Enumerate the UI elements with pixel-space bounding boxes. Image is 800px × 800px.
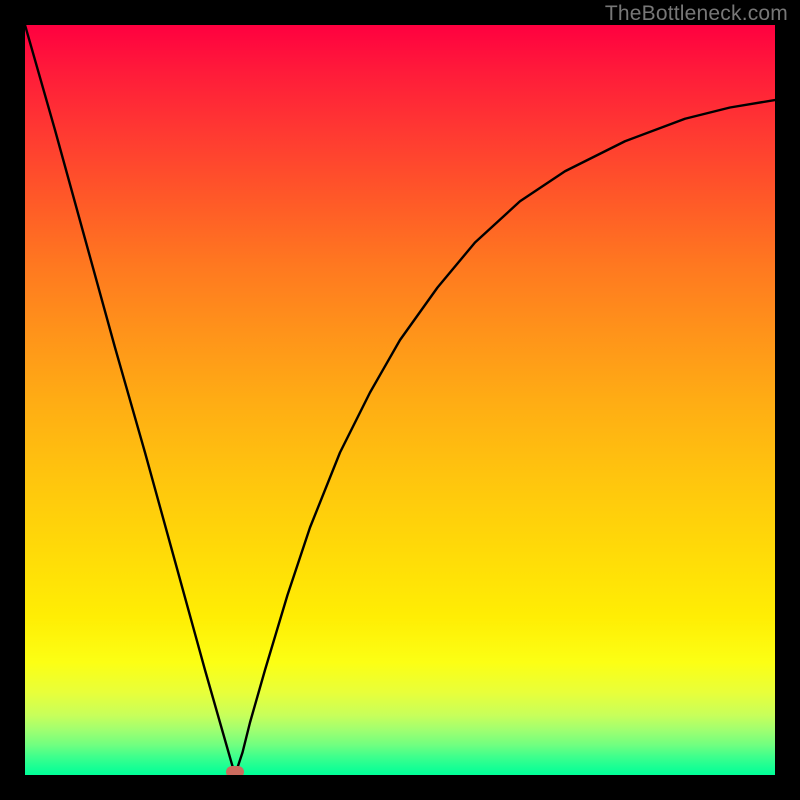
minimum-marker (226, 766, 244, 775)
watermark-text: TheBottleneck.com (605, 2, 788, 26)
chart-frame: TheBottleneck.com (0, 0, 800, 800)
bottleneck-curve (25, 25, 775, 775)
curve-svg (25, 25, 775, 775)
plot-area (25, 25, 775, 775)
